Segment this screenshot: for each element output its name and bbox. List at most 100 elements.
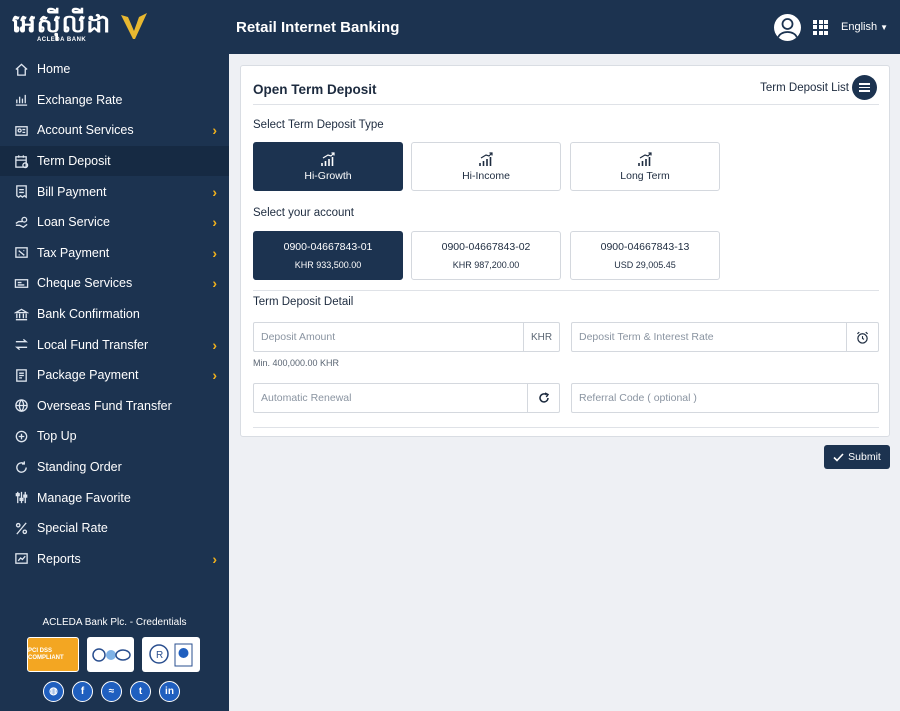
linkedin-icon[interactable]: in <box>159 681 180 702</box>
currency-addon: KHR <box>523 323 559 351</box>
open-term-deposit-card: Open Term Deposit Term Deposit List Sele… <box>240 65 890 437</box>
deposit-term-field[interactable]: Deposit Term & Interest Rate <box>571 322 879 352</box>
sidebar-item-label: Account Services <box>37 123 134 138</box>
sidebar-item-account-services[interactable]: Account Services › <box>0 115 229 146</box>
sidebar-item-term-deposit[interactable]: Term Deposit <box>0 145 229 177</box>
deposit-type-hi-income[interactable]: Hi-Income <box>411 142 561 191</box>
cheque-icon <box>13 275 29 291</box>
sidebar-item-label: Overseas Fund Transfer <box>37 398 172 413</box>
refresh-icon[interactable] <box>527 384 559 412</box>
referral-code-placeholder: Referral Code ( optional ) <box>579 392 697 404</box>
account-option[interactable]: 0900-04667843-13 USD 29,005.45 <box>570 231 720 280</box>
type-section-label: Select Term Deposit Type <box>253 119 384 131</box>
sidebar-item-label: Manage Favorite <box>37 490 131 505</box>
sidebar-item-exchange-rate[interactable]: Exchange Rate <box>0 85 229 116</box>
sidebar-item-label: Special Rate <box>37 521 108 536</box>
deposit-amount-placeholder: Deposit Amount <box>261 331 336 343</box>
sidebar: អេស៊ីលីដា ACLEDA BANK Home Exchange Rate A… <box>0 0 229 711</box>
amount-hint: Min. 400,000.00 KHR <box>253 358 340 368</box>
sidebar-item-overseas-fund-transfer[interactable]: Overseas Fund Transfer <box>0 391 229 422</box>
sidebar-item-bank-confirmation[interactable]: Bank Confirmation <box>0 299 229 330</box>
facebook-icon[interactable]: f <box>72 681 93 702</box>
pci-dss-badge: PCI DSS COMPLIANT <box>27 637 79 672</box>
sidebar-item-cheque-services[interactable]: Cheque Services › <box>0 268 229 299</box>
sidebar-item-standing-order[interactable]: Standing Order <box>0 452 229 483</box>
chevron-right-icon: › <box>212 122 217 139</box>
credential-badges: PCI DSS COMPLIANT R <box>27 637 200 672</box>
deposit-term-placeholder: Deposit Term & Interest Rate <box>579 331 714 343</box>
sidebar-item-label: Cheque Services <box>37 276 133 291</box>
website-icon[interactable]: ◍ <box>43 681 64 702</box>
sliders-icon <box>13 490 29 506</box>
sidebar-item-special-rate[interactable]: Special Rate <box>0 513 229 544</box>
sidebar-item-manage-favorite[interactable]: Manage Favorite <box>0 482 229 513</box>
sidebar-item-label: Local Fund Transfer <box>37 337 149 352</box>
top-bar: Retail Internet Banking English ▼ <box>229 0 900 54</box>
sidebar-item-package-payment[interactable]: Package Payment › <box>0 360 229 391</box>
chevron-right-icon: › <box>212 244 217 261</box>
logo-text: អេស៊ីលីដា <box>12 9 112 38</box>
deposit-type-long-term[interactable]: Long Term <box>570 142 720 191</box>
language-label: English <box>841 21 878 33</box>
sidebar-item-home[interactable]: Home <box>0 54 229 85</box>
sidebar-item-label: Term Deposit <box>37 154 111 169</box>
growth-chart-icon <box>321 151 335 166</box>
sidebar-item-label: Loan Service <box>37 215 110 230</box>
topup-icon <box>13 428 29 444</box>
account-number: 0900-04667843-13 <box>600 241 690 253</box>
account-option[interactable]: 0900-04667843-02 KHR 987,200.00 <box>411 231 561 280</box>
svg-text:R: R <box>156 650 163 661</box>
growth-chart-icon <box>479 151 493 166</box>
chevron-right-icon: › <box>212 275 217 292</box>
bank-logo[interactable]: អេស៊ីលីដា ACLEDA BANK <box>0 0 229 54</box>
chevron-right-icon: › <box>212 550 217 567</box>
logo-mark-icon <box>121 13 148 39</box>
account-number: 0900-04667843-02 <box>441 241 531 253</box>
sidebar-item-label: Home <box>37 62 71 77</box>
app-title: Retail Internet Banking <box>236 18 400 36</box>
deposit-type-hi-growth[interactable]: Hi-Growth <box>253 142 403 191</box>
sidebar-item-label: Standing Order <box>37 460 122 475</box>
check-icon <box>833 452 844 462</box>
bill-icon <box>13 184 29 200</box>
account-option[interactable]: 0900-04667843-01 KHR 933,500.00 <box>253 231 403 280</box>
certification-badge-icon <box>91 647 131 662</box>
menu-list-icon[interactable] <box>852 75 877 100</box>
sidebar-menu: Home Exchange Rate Account Services › Term D… <box>0 54 229 574</box>
deposit-type-label: Hi-Growth <box>304 169 352 182</box>
language-selector[interactable]: English ▼ <box>841 21 888 33</box>
account-balance: KHR 987,200.00 <box>452 260 520 270</box>
twitter-icon[interactable]: t <box>130 681 151 702</box>
sidebar-item-top-up[interactable]: Top Up <box>0 421 229 452</box>
registration-badge-icon: R <box>149 643 193 666</box>
sidebar-item-loan-service[interactable]: Loan Service › <box>0 207 229 238</box>
sidebar-item-local-fund-transfer[interactable]: Local Fund Transfer › <box>0 329 229 360</box>
sidebar-item-bill-payment[interactable]: Bill Payment › <box>0 176 229 207</box>
referral-code-field[interactable]: Referral Code ( optional ) <box>571 383 879 413</box>
alarm-clock-icon[interactable] <box>846 323 878 351</box>
home-icon <box>13 61 29 77</box>
globe-icon <box>13 398 29 414</box>
registration-badge: R <box>142 637 200 672</box>
sidebar-item-label: Bank Confirmation <box>37 307 140 322</box>
bar-chart-icon <box>13 92 29 108</box>
automatic-renewal-field[interactable]: Automatic Renewal <box>253 383 560 413</box>
account-section-label: Select your account <box>253 207 355 219</box>
sidebar-item-tax-payment[interactable]: Tax Payment › <box>0 238 229 269</box>
submit-button[interactable]: Submit <box>824 445 890 469</box>
chevron-right-icon: › <box>212 214 217 231</box>
social-links: ◍ f ≈ t in <box>43 681 180 702</box>
term-deposit-list-link[interactable]: Term Deposit List <box>760 75 877 100</box>
user-avatar-icon[interactable] <box>774 13 801 41</box>
deposit-amount-field[interactable]: Deposit Amount KHR <box>253 322 560 352</box>
pci-dss-text: PCI DSS COMPLIANT <box>28 647 64 661</box>
standing-order-icon <box>13 459 29 475</box>
sidebar-item-reports[interactable]: Reports › <box>0 544 229 575</box>
messenger-icon[interactable]: ≈ <box>101 681 122 702</box>
tax-icon <box>13 245 29 261</box>
sidebar-item-label: Top Up <box>37 429 77 444</box>
growth-chart-icon <box>638 151 652 166</box>
deposit-type-label: Hi-Income <box>462 169 510 182</box>
page-title: Open Term Deposit <box>253 82 377 97</box>
apps-grid-icon[interactable] <box>813 19 828 35</box>
